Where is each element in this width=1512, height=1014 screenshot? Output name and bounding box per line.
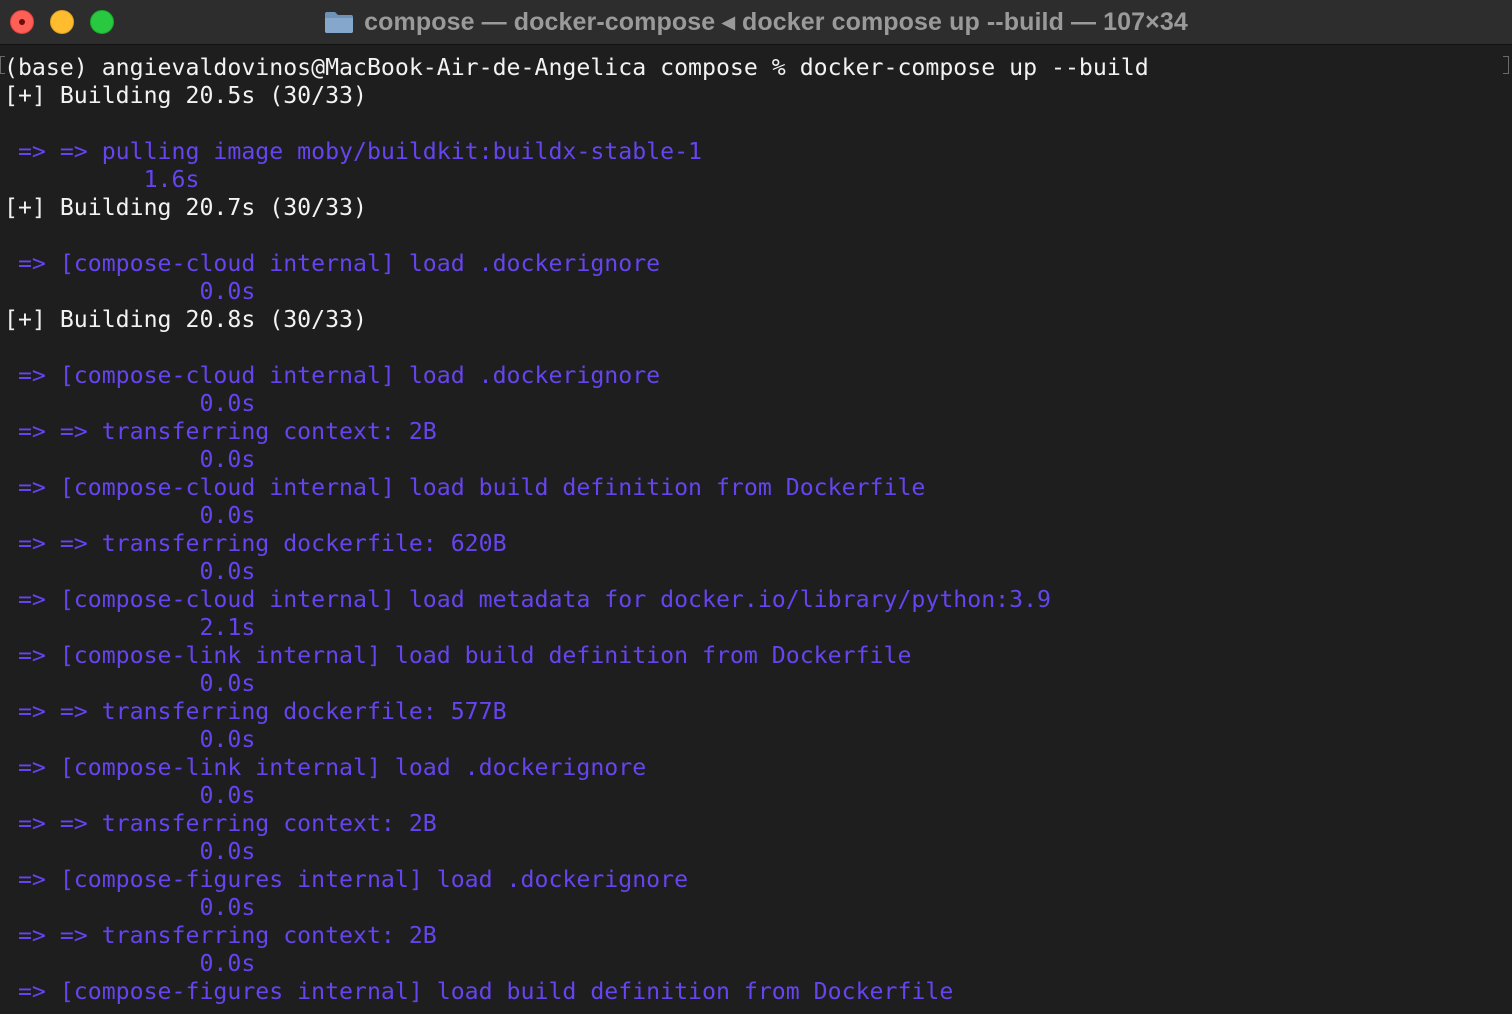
terminal-line: 0.0s bbox=[4, 894, 256, 921]
title-inner: compose — docker-compose ◂ docker compos… bbox=[324, 7, 1188, 37]
window-title: compose — docker-compose ◂ docker compos… bbox=[364, 8, 1188, 36]
terminal-output[interactable]: (base) angievaldovinos@MacBook-Air-de-An… bbox=[0, 54, 1512, 1014]
terminal-line: 2.1s bbox=[4, 614, 256, 641]
terminal-line: 0.0s bbox=[4, 446, 256, 473]
terminal-line: => [compose-link internal] load .dockeri… bbox=[4, 754, 647, 781]
close-icon[interactable] bbox=[10, 10, 34, 34]
terminal-line: [+] Building 20.8s (30/33) bbox=[4, 306, 367, 333]
terminal-line: [+] Building 20.7s (30/33) bbox=[4, 194, 367, 221]
terminal-line: => [compose-link internal] load build de… bbox=[4, 642, 912, 669]
terminal-line: => => transferring dockerfile: 620B bbox=[4, 530, 507, 557]
minimize-icon[interactable] bbox=[50, 10, 74, 34]
terminal-line: [+] Building 20.5s (30/33) bbox=[4, 82, 367, 109]
terminal-line: => [compose-cloud internal] load .docker… bbox=[4, 362, 661, 389]
terminal-line: 0.0s bbox=[4, 950, 256, 977]
title-bar[interactable]: compose — docker-compose ◂ docker compos… bbox=[0, 0, 1512, 45]
terminal-line: 0.0s bbox=[4, 558, 256, 585]
terminal-line: => => transferring context: 2B bbox=[4, 810, 437, 837]
terminal-line: => [compose-cloud internal] load build d… bbox=[4, 474, 926, 501]
terminal-line: 0.0s bbox=[4, 782, 256, 809]
folder-icon bbox=[325, 12, 354, 33]
terminal-line: 0.0s bbox=[4, 670, 256, 697]
terminal-line: => [compose-cloud internal] load .docker… bbox=[4, 250, 661, 277]
terminal-line: 0.0s bbox=[4, 502, 256, 529]
terminal-line: 1.6s bbox=[4, 166, 200, 193]
close-dot bbox=[19, 19, 25, 25]
terminal-window: compose — docker-compose ◂ docker compos… bbox=[0, 0, 1512, 1014]
title-area: compose — docker-compose ◂ docker compos… bbox=[0, 0, 1512, 44]
terminal-line: 0.0s bbox=[4, 726, 256, 753]
terminal-line: => [compose-cloud internal] load metadat… bbox=[4, 586, 1052, 613]
terminal-line: => [compose-figures internal] load .dock… bbox=[4, 866, 689, 893]
terminal-line: 0.0s bbox=[4, 278, 256, 305]
terminal-line: => [compose-figures internal] load build… bbox=[4, 978, 954, 1005]
terminal-line: 0.0s bbox=[4, 390, 256, 417]
zoom-icon[interactable] bbox=[90, 10, 114, 34]
terminal-line: => => pulling image moby/buildkit:buildx… bbox=[4, 138, 703, 165]
terminal-line: => => transferring context: 2B bbox=[4, 922, 437, 949]
terminal-line: => => transferring dockerfile: 577B bbox=[4, 698, 507, 725]
terminal-line: 0.0s bbox=[4, 838, 256, 865]
terminal-line: => => transferring context: 2B bbox=[4, 418, 437, 445]
terminal-line: (base) angievaldovinos@MacBook-Air-de-An… bbox=[4, 54, 1149, 81]
